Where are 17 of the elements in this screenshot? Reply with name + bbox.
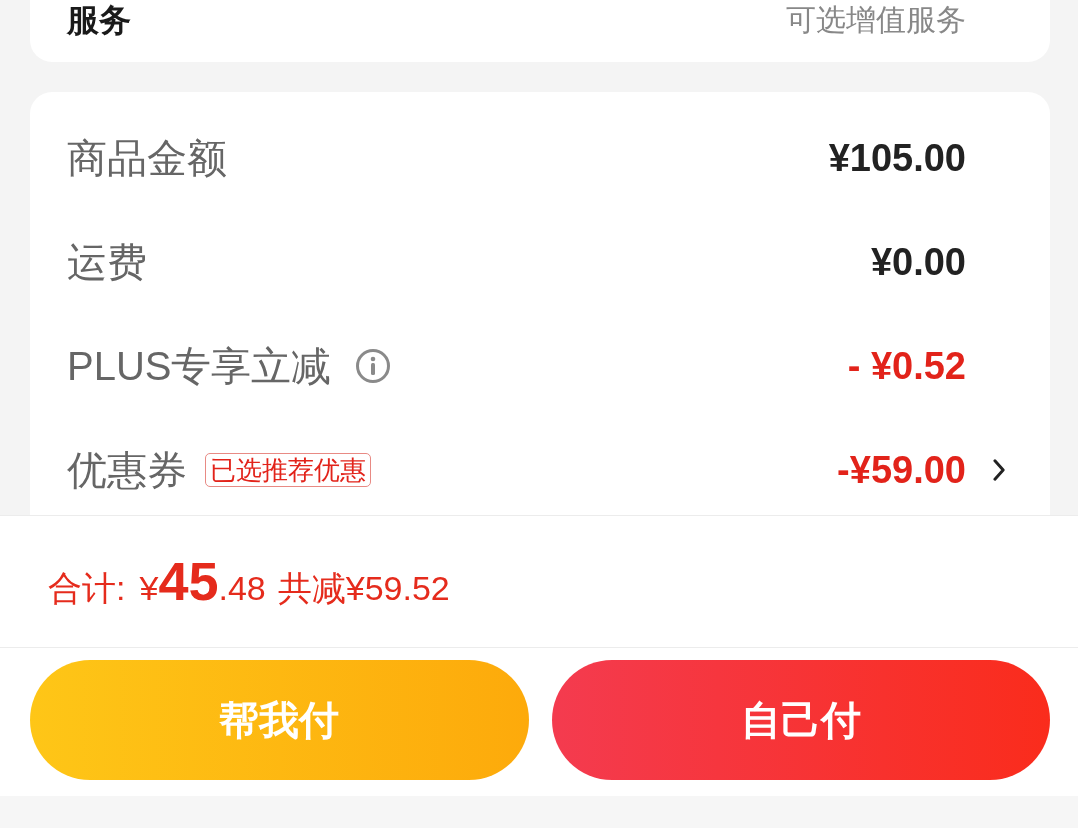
price-label: 商品金额	[67, 135, 227, 182]
price-amount: - ¥0.52	[847, 344, 966, 389]
service-value[interactable]: 可选增值服务	[786, 1, 966, 39]
price-label: 优惠券	[67, 447, 187, 494]
total-label: 合计:	[48, 568, 126, 609]
pay-button[interactable]: 自己付	[551, 660, 1050, 780]
saving-text: 共减¥59.52	[277, 568, 450, 609]
price-amount: ¥105.00	[828, 136, 966, 181]
service-label: 服务	[67, 1, 131, 39]
chevron-right-icon[interactable]	[993, 459, 1006, 481]
price-amount: ¥0.00	[870, 240, 966, 285]
coupon-tag: 已选推荐优惠	[205, 453, 371, 487]
total-amount: ¥45.48	[139, 550, 266, 612]
info-icon[interactable]	[355, 349, 390, 383]
price-label: PLUS专享立减	[67, 343, 332, 390]
price-amount: -¥59.00	[837, 448, 966, 493]
price-label: 运费	[67, 239, 147, 286]
